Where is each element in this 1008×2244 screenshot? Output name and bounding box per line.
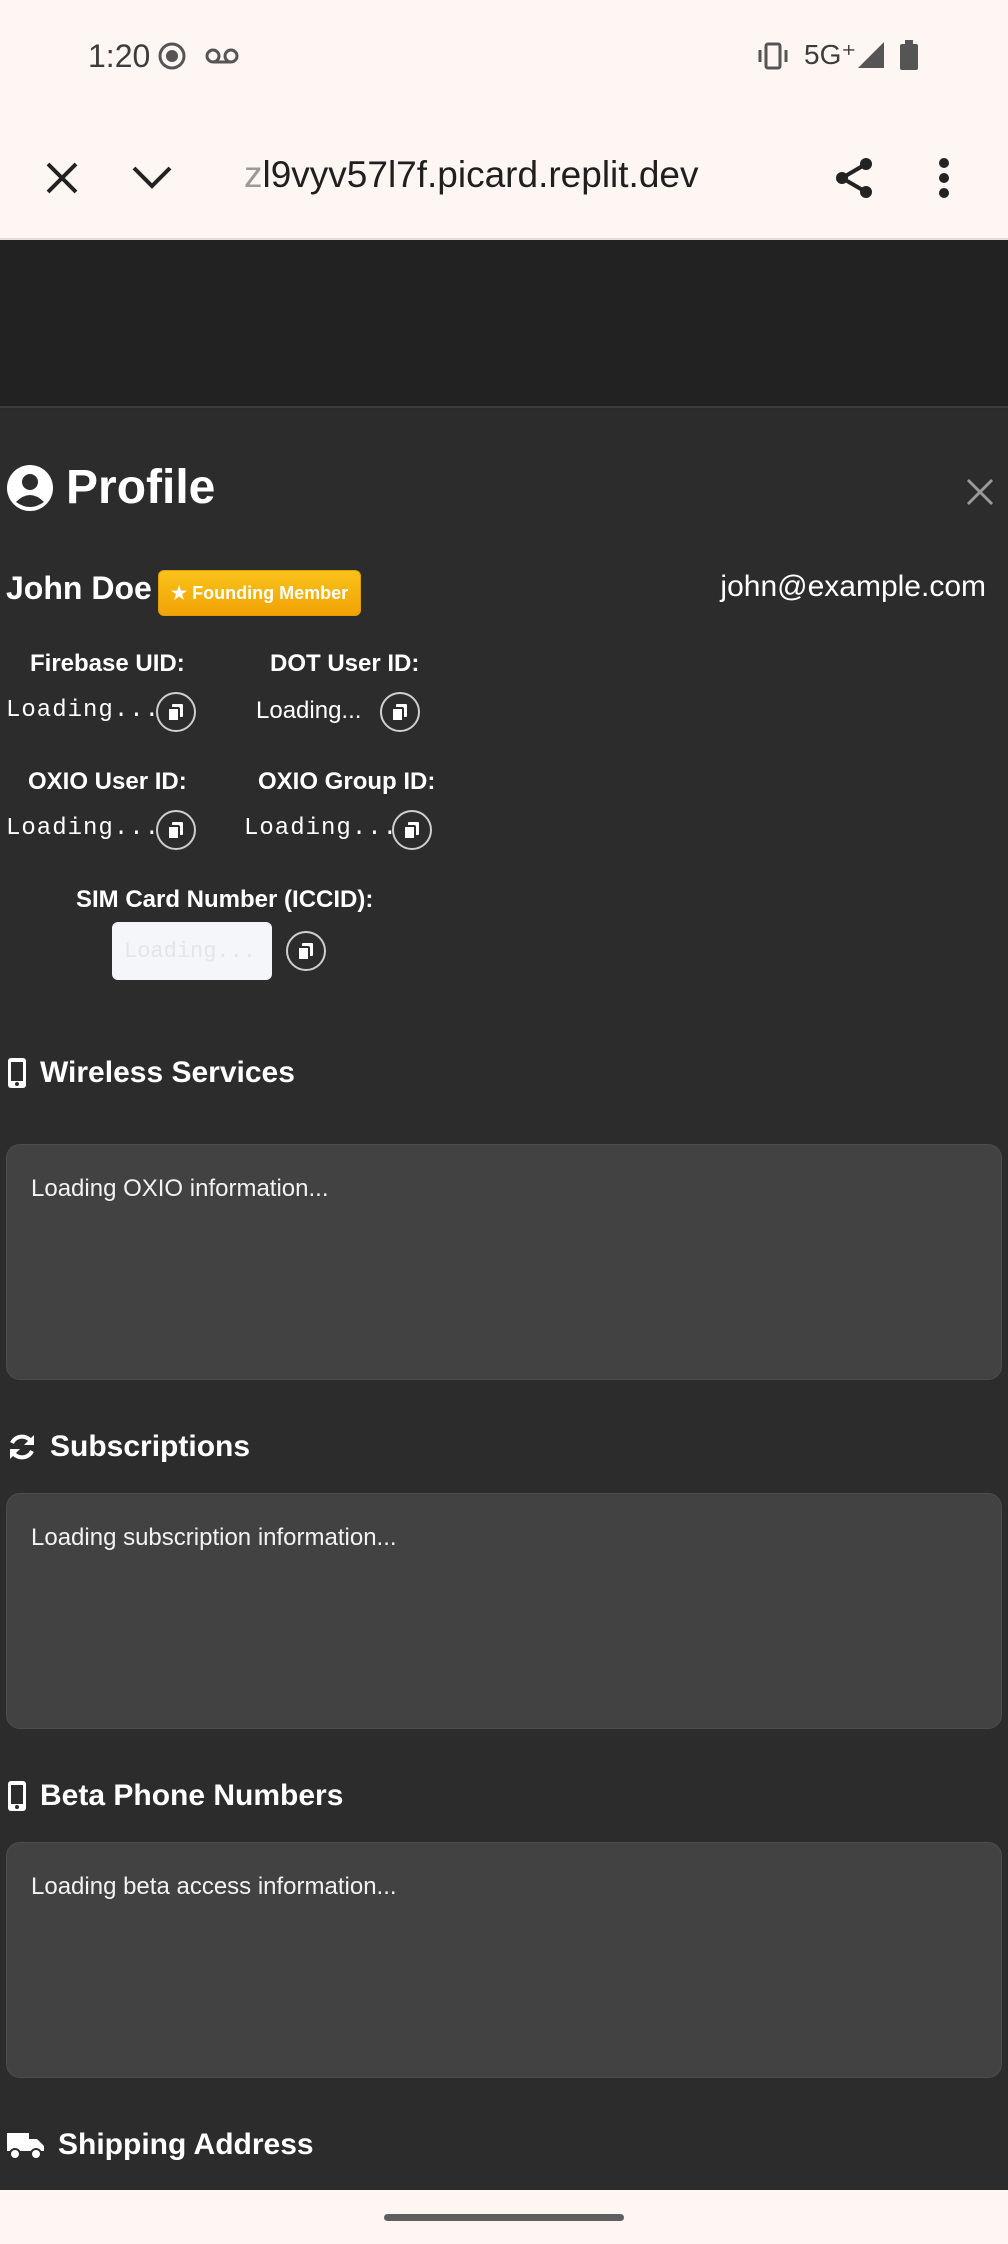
chevron-down-icon — [132, 166, 172, 189]
dot-user-id-label: DOT User ID: — [270, 650, 420, 677]
navigation-bar — [0, 2190, 1008, 2244]
profile-title: Profile — [6, 460, 215, 515]
beta-phone-numbers-title: Beta Phone Numbers — [40, 1779, 344, 1812]
signal-icon — [856, 40, 886, 75]
wireless-services-card: Loading OXIO information... — [6, 1144, 1002, 1380]
share-button[interactable] — [822, 146, 886, 210]
wireless-loading-text: Loading OXIO information... — [31, 1175, 329, 1202]
oxio-group-id-value: Loading... — [244, 815, 399, 842]
mobile-icon — [8, 1058, 26, 1088]
more-options-button[interactable] — [912, 146, 976, 210]
user-circle-icon — [7, 464, 53, 511]
refresh-icon — [10, 1434, 34, 1460]
url-text[interactable]: zl9vyv57l7f.picard.replit.dev — [244, 154, 699, 196]
beta-phone-numbers-card: Loading beta access information... — [6, 1842, 1002, 2078]
subscriptions-heading: Subscriptions — [6, 1430, 250, 1464]
status-bar: 1:20 5G⁺ — [0, 0, 1008, 116]
copy-oxio-group-id-button[interactable] — [392, 810, 432, 850]
copy-icon — [391, 704, 407, 722]
copy-icon — [297, 943, 313, 961]
oxio-user-id-value: Loading... — [6, 815, 161, 842]
shipping-address-heading: Shipping Address — [6, 2128, 314, 2162]
page-header — [0, 240, 1008, 408]
vibrate-icon — [756, 40, 790, 77]
subscriptions-title: Subscriptions — [50, 1430, 251, 1463]
browser-toolbar: zl9vyv57l7f.picard.replit.dev — [0, 116, 1008, 240]
user-email: john@example.com — [720, 570, 986, 603]
share-icon — [836, 158, 872, 198]
truck-icon — [7, 2133, 44, 2160]
profile-panel: Profile John Doe ★ Founding Member john@… — [0, 410, 1008, 2190]
battery-icon — [898, 40, 920, 77]
screen-record-icon — [156, 40, 188, 77]
copy-icon — [167, 822, 183, 840]
firebase-uid-value: Loading... — [6, 697, 161, 724]
dot-user-id-value: Loading... — [256, 697, 362, 724]
copy-oxio-user-id-button[interactable] — [156, 810, 196, 850]
close-icon — [46, 162, 78, 194]
subscriptions-loading-text: Loading subscription information... — [31, 1524, 397, 1551]
beta-phone-numbers-heading: Beta Phone Numbers — [6, 1779, 343, 1813]
status-time: 1:20 — [88, 38, 151, 74]
copy-firebase-uid-button[interactable] — [156, 692, 196, 732]
firebase-uid-label: Firebase UID: — [30, 650, 185, 677]
copy-icon — [403, 822, 419, 840]
more-vert-icon — [939, 158, 949, 198]
shipping-address-title: Shipping Address — [58, 2128, 314, 2161]
oxio-group-id-label: OXIO Group ID: — [258, 768, 436, 795]
close-icon — [966, 478, 994, 506]
wireless-services-heading: Wireless Services — [6, 1056, 295, 1090]
user-name: John Doe — [6, 570, 152, 606]
beta-loading-text: Loading beta access information... — [31, 1873, 397, 1900]
iccid-label: SIM Card Number (ICCID): — [76, 886, 374, 913]
wireless-services-title: Wireless Services — [40, 1056, 295, 1089]
minimize-button[interactable] — [120, 146, 184, 210]
profile-heading: Profile — [66, 461, 216, 514]
iccid-value[interactable]: Loading... — [112, 922, 272, 980]
oxio-user-id-label: OXIO User ID: — [28, 768, 187, 795]
copy-iccid-button[interactable] — [286, 931, 326, 971]
network-type: 5G⁺ — [804, 39, 857, 70]
voicemail-icon — [204, 40, 240, 77]
home-gesture-handle[interactable] — [384, 2214, 624, 2221]
copy-dot-user-id-button[interactable] — [380, 692, 420, 732]
mobile-icon — [8, 1781, 26, 1811]
copy-icon — [167, 704, 183, 722]
close-profile-button[interactable] — [966, 478, 994, 511]
close-tab-button[interactable] — [30, 146, 94, 210]
subscriptions-card: Loading subscription information... — [6, 1493, 1002, 1729]
founding-member-badge: ★ Founding Member — [158, 570, 362, 616]
